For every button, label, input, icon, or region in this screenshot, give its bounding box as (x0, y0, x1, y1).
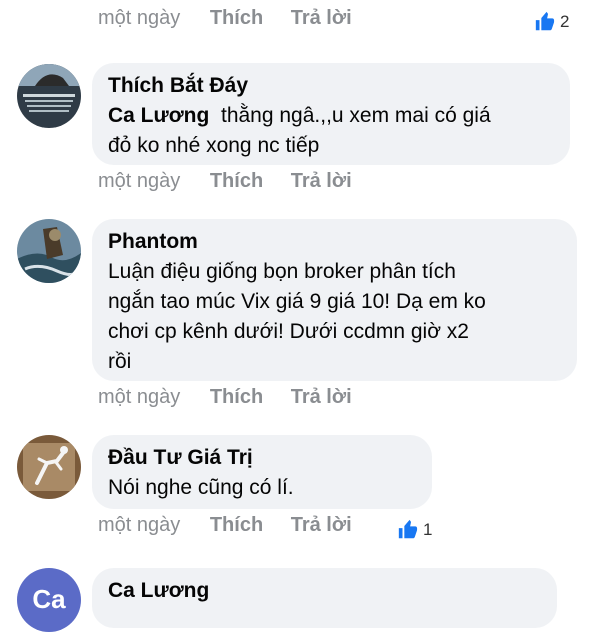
comment-author[interactable]: Đầu Tư Giá Trị (108, 445, 416, 471)
comment-bubble: Thích Bắt Đáy Ca Lương thằng ngâ.,,u xem… (92, 63, 570, 165)
thumbs-up-icon (535, 11, 555, 31)
comment-author[interactable]: Thích Bắt Đáy (108, 73, 554, 99)
comment-text: Luận điệu giống bọn broker phân tích ngắ… (108, 257, 561, 377)
comment-time: một ngày (98, 170, 181, 192)
reply-button[interactable]: Trả lời (291, 386, 352, 409)
comment-text: Ca Lương thằng ngâ.,,u xem mai có giá đỏ… (108, 101, 554, 161)
avatar-image (17, 64, 81, 128)
reply-button[interactable]: Trả lời (291, 7, 352, 30)
comment-time: một ngày (98, 514, 181, 536)
reply-button[interactable]: Trả lời (291, 170, 352, 193)
reaction-count[interactable]: 1 (397, 519, 432, 541)
like-button[interactable]: Thích (210, 514, 263, 537)
reply-button[interactable]: Trả lời (291, 514, 352, 537)
comment-author[interactable]: Phantom (108, 229, 561, 255)
reaction-count-label: 1 (423, 520, 433, 539)
comment-actions: một ngày Thích Trả lời (98, 514, 352, 537)
thumbs-up-icon (398, 519, 418, 539)
mention-link[interactable]: Ca Lương (108, 104, 209, 127)
comment-text-line: thằng ngâ.,,u xem mai có giá (209, 104, 491, 127)
comment-text-line: Nói nghe cũng có lí. (108, 476, 294, 499)
comment-text: Nói nghe cũng có lí. (108, 473, 416, 503)
comment-actions: một ngày Thích Trả lời (98, 386, 352, 409)
avatar[interactable] (17, 64, 81, 128)
comment-bubble: Phantom Luận điệu giống bọn broker phân … (92, 219, 577, 381)
like-button[interactable]: Thích (210, 7, 263, 30)
comment-text-line: đỏ ko nhé xong nc tiếp (108, 134, 320, 157)
avatar-image (17, 435, 81, 499)
avatar[interactable] (17, 219, 81, 283)
avatar[interactable] (17, 435, 81, 499)
comment-author[interactable]: Ca Lương (108, 578, 541, 604)
comment-actions: một ngày Thích Trả lời (98, 170, 352, 193)
comment-time: một ngày (98, 386, 181, 408)
comment-bubble: Ca Lương (92, 568, 557, 628)
reaction-count[interactable]: 2 (534, 11, 569, 33)
avatar[interactable]: Ca (17, 568, 81, 632)
avatar-image (17, 219, 81, 283)
comment-text-line: ngắn tao múc Vix giá 9 giá 10! Dạ em ko (108, 290, 486, 313)
like-button[interactable]: Thích (210, 170, 263, 193)
like-button[interactable]: Thích (210, 386, 263, 409)
comment-bubble: Đầu Tư Giá Trị Nói nghe cũng có lí. (92, 435, 432, 509)
comment-actions-top: một ngày Thích Trả lời (98, 7, 352, 30)
reaction-count-label: 2 (560, 12, 570, 31)
comment-text-line: rồi (108, 350, 132, 373)
comment-time: một ngày (98, 7, 181, 29)
comment-text-line: chơi cp kênh dưới! Dưới ccdmn giờ x2 (108, 320, 469, 343)
comment-text-line: Luận điệu giống bọn broker phân tích (108, 260, 456, 283)
